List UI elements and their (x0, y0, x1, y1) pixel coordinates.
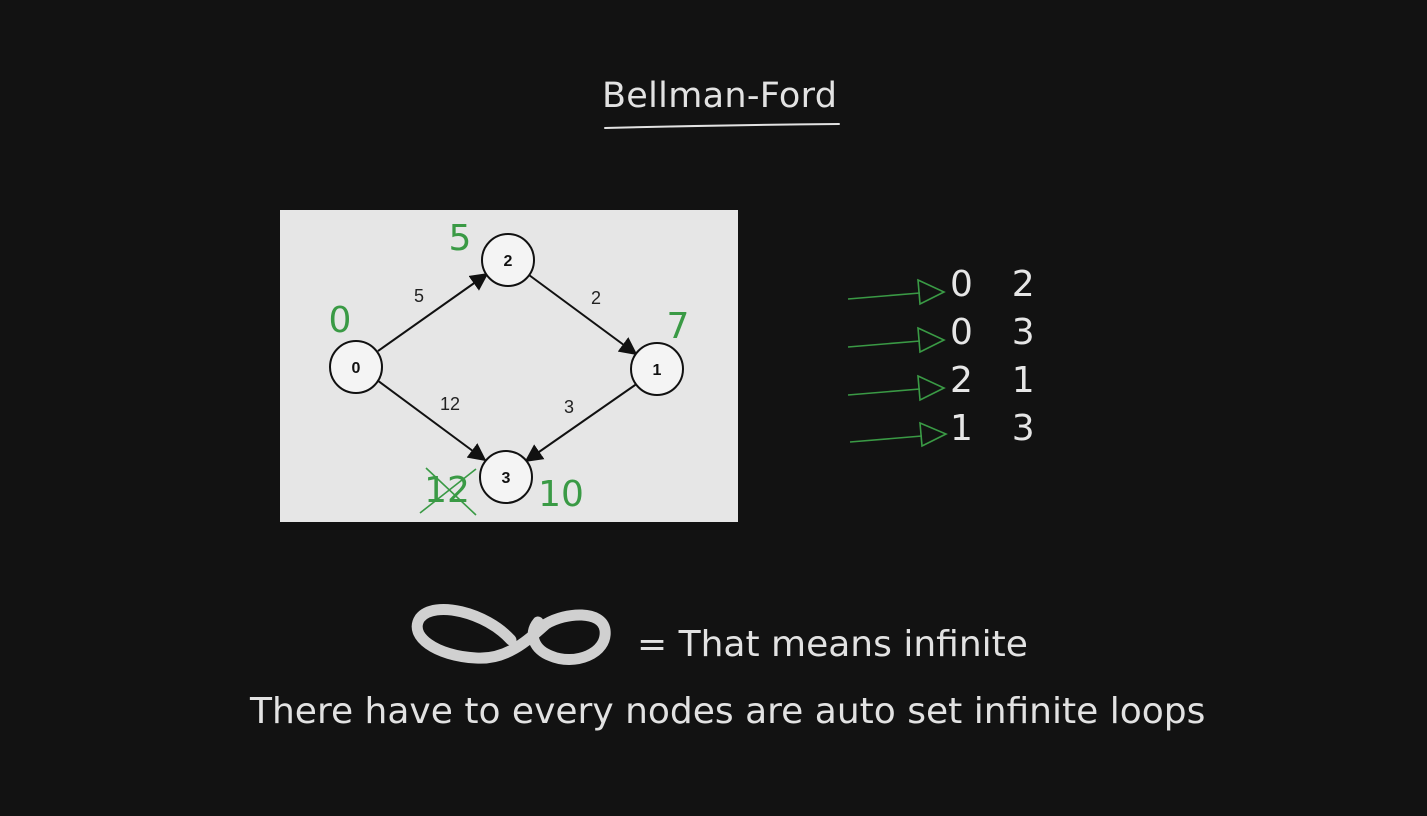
edge-list-item: 1 3 (840, 406, 1060, 454)
distance-node-1: 7 (667, 306, 690, 347)
node-label-1: 1 (653, 362, 662, 379)
edge-weight-0-2: 5 (414, 286, 424, 306)
graph-node-0: 0 (329, 340, 383, 394)
edge-list-item: 2 1 (840, 358, 1060, 406)
graph-node-1: 1 (630, 342, 684, 396)
distance-node-2: 5 (449, 218, 472, 259)
graph-panel: 5 2 12 3 0 2 1 3 5 0 7 12 10 (280, 210, 738, 522)
edge-list-item: 0 3 (840, 310, 1060, 358)
arrow-right-icon (847, 278, 946, 306)
distance-node-3: 10 (538, 474, 584, 515)
arrow-right-icon (849, 421, 948, 448)
infinity-icon (411, 604, 611, 665)
graph-node-3: 3 (479, 450, 533, 504)
edge-weight-0-3: 12 (440, 394, 460, 414)
infinity-caption: = That means infinite (637, 624, 1028, 665)
note-text: There have to every nodes are auto set i… (250, 691, 1206, 732)
title-underline (604, 123, 840, 129)
edge-pair: 0 3 (950, 312, 1035, 353)
edge-list: 0 2 0 3 2 1 1 3 (840, 262, 1060, 462)
graph-diagram: 5 2 12 3 0 2 1 3 5 0 7 12 10 (329, 218, 690, 516)
edge-1-3 (524, 382, 639, 463)
node-label-3: 3 (502, 470, 511, 487)
arrow-right-icon (847, 374, 946, 402)
node-label-0: 0 (352, 360, 361, 377)
distance-node-0: 0 (329, 300, 352, 341)
edge-list-item: 0 2 (840, 262, 1060, 310)
arrow-right-icon (847, 326, 946, 354)
edge-0-2 (377, 272, 489, 352)
graph-node-2: 2 (481, 233, 535, 287)
edge-pair: 2 1 (950, 360, 1035, 401)
edge-weight-1-3: 3 (564, 397, 574, 417)
edge-pair: 1 3 (950, 408, 1035, 449)
node-label-2: 2 (504, 253, 513, 270)
edge-pair: 0 2 (950, 264, 1035, 305)
edge-2-1 (528, 274, 638, 356)
edge-weight-2-1: 2 (591, 288, 601, 308)
edge-0-3 (376, 379, 487, 462)
page-title: Bellman-Ford (602, 76, 838, 116)
